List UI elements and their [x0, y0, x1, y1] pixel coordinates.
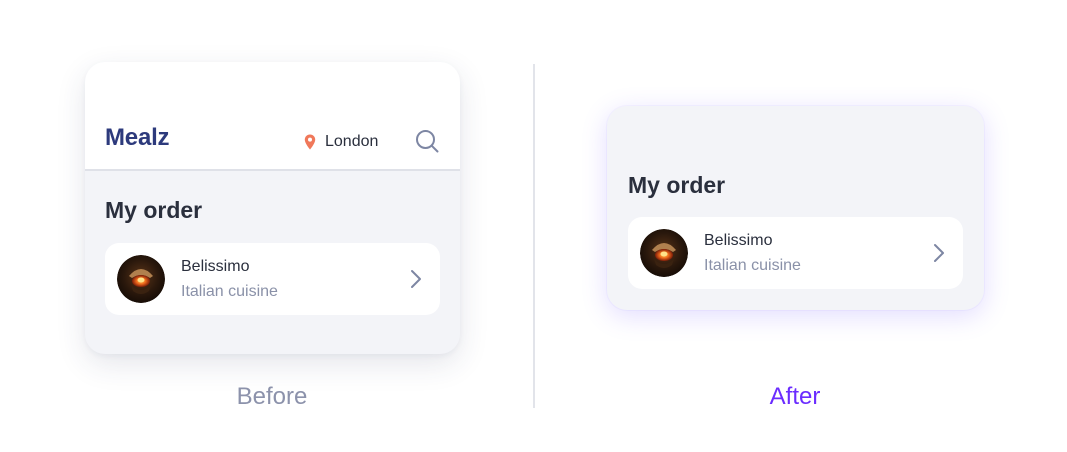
- section-title: My order: [105, 197, 203, 223]
- before-caption: Before: [236, 383, 308, 410]
- section-title: My order: [628, 172, 726, 198]
- location-label: London: [325, 133, 379, 150]
- cuisine-label: Italian cuisine: [704, 257, 801, 274]
- restaurant-avatar: [117, 255, 165, 303]
- before-card: Mealz London My order Belissimo Italian …: [85, 62, 460, 354]
- divider: [533, 64, 535, 408]
- after-card: My order Belissimo Italian cuisine: [607, 106, 984, 310]
- map-pin-icon: [304, 134, 316, 150]
- search-icon[interactable]: [415, 129, 439, 153]
- chevron-right-icon[interactable]: [933, 243, 945, 263]
- restaurant-name: Belissimo: [704, 232, 773, 249]
- after-caption: After: [769, 383, 821, 410]
- app-header: Mealz London: [85, 62, 460, 171]
- restaurant-name: Belissimo: [181, 258, 250, 275]
- chevron-right-icon[interactable]: [410, 269, 422, 289]
- location-selector[interactable]: London: [304, 133, 378, 151]
- order-item[interactable]: Belissimo Italian cuisine: [628, 217, 963, 289]
- restaurant-avatar: [640, 229, 688, 277]
- order-item[interactable]: Belissimo Italian cuisine: [105, 243, 440, 315]
- cuisine-label: Italian cuisine: [181, 283, 278, 300]
- brand-logo[interactable]: Mealz: [105, 124, 170, 152]
